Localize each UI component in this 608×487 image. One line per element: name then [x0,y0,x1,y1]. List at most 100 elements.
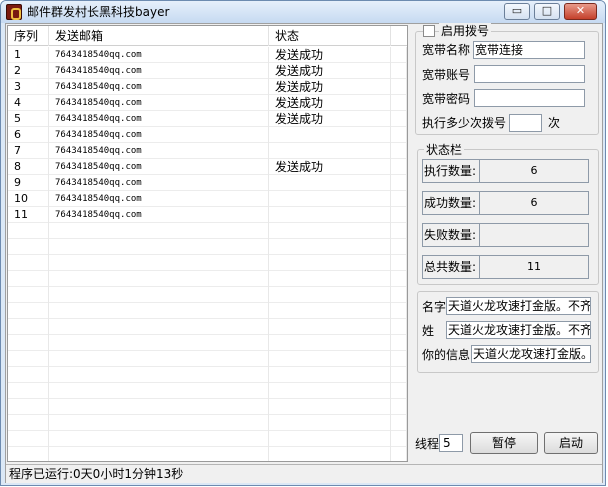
cell-empty [269,287,391,303]
table-row[interactable] [8,287,407,303]
table-row[interactable]: 4 7643418540qq.com 发送成功 [8,95,407,111]
start-button[interactable]: 启动 [544,432,598,454]
cell-empty [391,351,407,367]
dial-times-input[interactable] [509,114,542,132]
cell-empty [269,255,391,271]
table-row[interactable]: 3 7643418540qq.com 发送成功 [8,79,407,95]
table-row[interactable]: 7 7643418540qq.com [8,143,407,159]
cell-empty [269,367,391,383]
cell-empty [391,431,407,447]
cell-id: 3 [8,79,49,95]
cell-id: 6 [8,127,49,143]
cell-email: 7643418540qq.com [49,175,269,191]
table-row[interactable] [8,271,407,287]
table-row[interactable]: 11 7643418540qq.com [8,207,407,223]
cell-empty [8,303,49,319]
cell-id: 10 [8,191,49,207]
cell-email: 7643418540qq.com [49,79,269,95]
table-row[interactable] [8,415,407,431]
exec-count-label: 执行数量: [422,159,482,183]
cell-empty [8,447,49,461]
table-row[interactable]: 1 7643418540qq.com 发送成功 [8,47,407,63]
cell-empty [269,383,391,399]
header-filler [391,26,407,46]
threads-input[interactable]: 5 [439,434,463,452]
table-row[interactable] [8,431,407,447]
broadband-account-label: 宽带账号 [422,68,471,82]
table-row[interactable]: 2 7643418540qq.com 发送成功 [8,63,407,79]
cell-id: 5 [8,111,49,127]
cell-empty [8,383,49,399]
broadband-password-input[interactable] [474,89,585,107]
table-row[interactable] [8,367,407,383]
name-label: 名字 [422,300,447,314]
table-row[interactable] [8,447,407,461]
table-row[interactable] [8,239,407,255]
cell-empty [269,239,391,255]
table-row[interactable] [8,319,407,335]
cell-status [269,191,391,207]
table-row[interactable] [8,255,407,271]
broadband-name-input[interactable]: 宽带连接 [473,41,585,59]
minimize-button[interactable]: ▭ [504,3,530,20]
header-email[interactable]: 发送邮箱 [49,26,269,46]
cell-empty [8,431,49,447]
main-window: 邮件群发村长黑科技bayer ▭ □ ✕ 序列 发送邮箱 状态 1 7643418… [0,0,606,486]
cell-email: 7643418540qq.com [49,47,269,63]
cell-empty [8,399,49,415]
cell-empty [49,223,269,239]
enable-dial-checkbox[interactable] [423,25,435,37]
header-index[interactable]: 序列 [8,26,49,46]
cell-status [269,127,391,143]
dial-times-label: 执行多少次拨号 [422,116,507,130]
cell-empty [49,287,269,303]
maximize-button[interactable]: □ [534,3,560,20]
fail-count-value [479,223,589,247]
cell-status [269,143,391,159]
table-row[interactable]: 5 7643418540qq.com 发送成功 [8,111,407,127]
cell-empty [8,367,49,383]
table-row[interactable]: 10 7643418540qq.com [8,191,407,207]
table-row[interactable] [8,335,407,351]
cell-empty [49,303,269,319]
name-input[interactable]: 天道火龙攻速打金版。不齐 [446,297,591,315]
cell-empty [269,271,391,287]
cell-empty [8,239,49,255]
cell-empty [49,367,269,383]
pause-button[interactable]: 暂停 [470,432,538,454]
total-count-label: 总共数量: [422,255,482,279]
fail-count-label: 失败数量: [422,223,482,247]
broadband-account-input[interactable] [474,65,585,83]
table-row[interactable] [8,351,407,367]
your-info-label: 你的信息 [422,348,471,362]
cell-email: 7643418540qq.com [49,111,269,127]
grid-rows: 1 7643418540qq.com 发送成功 2 7643418540qq.com 发送… [8,47,407,461]
email-grid[interactable]: 序列 发送邮箱 状态 1 7643418540qq.com 发送成功 2 7643418… [7,25,408,462]
cell-empty [391,159,407,175]
exec-count-value: 6 [479,159,589,183]
your-info-input[interactable]: 天道火龙攻速打金版。 [471,345,591,363]
cell-empty [49,255,269,271]
cell-email: 7643418540qq.com [49,143,269,159]
table-row[interactable] [8,223,407,239]
cell-empty [391,303,407,319]
table-row[interactable] [8,399,407,415]
cell-email: 7643418540qq.com [49,159,269,175]
cell-status: 发送成功 [269,159,391,175]
table-row[interactable] [8,383,407,399]
table-row[interactable]: 8 7643418540qq.com 发送成功 [8,159,407,175]
header-status[interactable]: 状态 [269,26,391,46]
cell-empty [391,399,407,415]
close-button[interactable]: ✕ [564,3,597,20]
title-bar[interactable]: 邮件群发村长黑科技bayer ▭ □ ✕ [1,1,605,23]
cell-email: 7643418540qq.com [49,127,269,143]
cell-empty [49,239,269,255]
table-row[interactable] [8,303,407,319]
table-row[interactable]: 6 7643418540qq.com [8,127,407,143]
success-count-label: 成功数量: [422,191,482,215]
cell-email: 7643418540qq.com [49,63,269,79]
table-row[interactable]: 9 7643418540qq.com [8,175,407,191]
cell-empty [8,271,49,287]
cell-status: 发送成功 [269,95,391,111]
surname-input[interactable]: 天道火龙攻速打金版。不齐 [446,321,591,339]
